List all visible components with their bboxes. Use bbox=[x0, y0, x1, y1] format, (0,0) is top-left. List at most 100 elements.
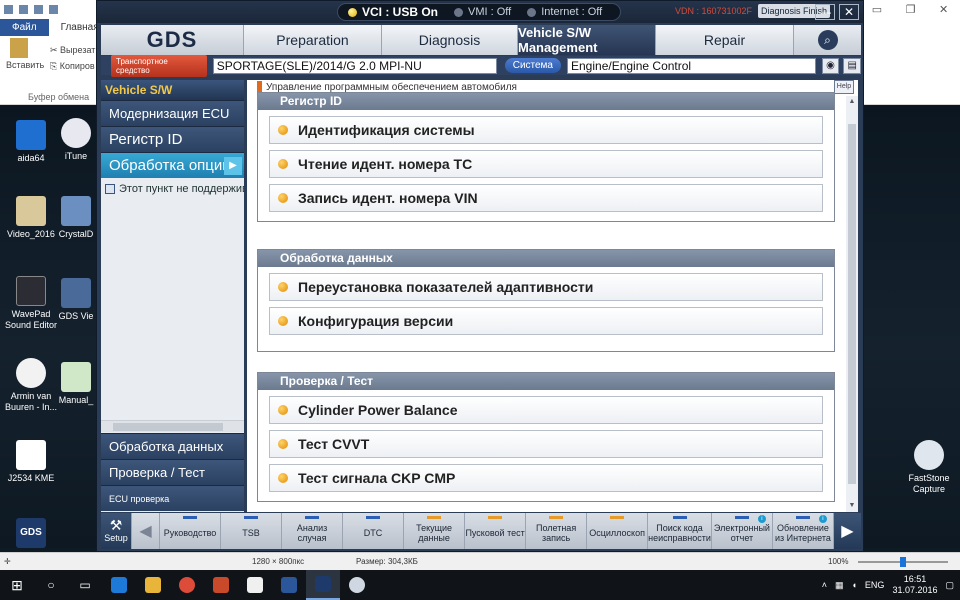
tab-vehicle-sw-management[interactable]: Vehicle S/W Management bbox=[517, 25, 655, 55]
search-icon: ○ bbox=[47, 578, 55, 592]
toolbar-next-button[interactable]: ▶ bbox=[832, 513, 861, 549]
sidebar-item-id-register[interactable]: Регистр ID bbox=[101, 126, 244, 152]
taskbar-word[interactable] bbox=[272, 570, 306, 600]
sidebar-item-option-processing[interactable]: Обработка опции ▶ bbox=[101, 152, 244, 178]
menu-read-vehicle-id[interactable]: Чтение идент. номера ТС bbox=[269, 150, 823, 178]
content-vertical-scrollbar[interactable]: ▲ ▼ bbox=[846, 96, 858, 512]
internet-indicator-icon bbox=[527, 7, 537, 17]
menu-cvvt-test[interactable]: Тест CVVT bbox=[269, 430, 823, 458]
camera-icon[interactable]: ◉ bbox=[821, 57, 840, 74]
section-title: Обработка данных bbox=[258, 250, 834, 267]
scroll-down-icon[interactable]: ▼ bbox=[846, 500, 858, 512]
desktop-icon-aida64[interactable]: aida64 bbox=[0, 120, 62, 164]
desktop-icon-gds[interactable]: GDS bbox=[0, 518, 62, 551]
toolbar-flight-record[interactable]: Полетная запись bbox=[525, 513, 586, 549]
search-icon: ⌕ bbox=[817, 30, 838, 50]
powerpoint-icon bbox=[213, 577, 229, 593]
vehicle-field[interactable]: SPORTAGE(SLE)/2014/G 2.0 MPI-NU bbox=[212, 57, 497, 74]
taskbar-powerpoint[interactable] bbox=[204, 570, 238, 600]
desktop-icon-manual[interactable]: Manual_ bbox=[56, 362, 96, 406]
copy-button[interactable]: ⎘ Копиров bbox=[50, 58, 95, 74]
help-icon[interactable]: Help bbox=[834, 80, 854, 94]
tab-file[interactable]: Файл bbox=[0, 19, 49, 36]
vmi-indicator-icon bbox=[454, 7, 464, 17]
viewer-status-bar: ✛ 1280 × 800пкс Размер: 304,3КБ 100% bbox=[0, 552, 960, 570]
desktop-icon-faststone[interactable]: FastStone Capture bbox=[898, 440, 960, 495]
gds-icon bbox=[315, 576, 331, 592]
taskbar-yandex[interactable] bbox=[238, 570, 272, 600]
section-data-processing: Обработка данных Переустановка показател… bbox=[257, 249, 835, 352]
clock[interactable]: 16:51 31.07.2016 bbox=[892, 574, 937, 596]
system-select-button[interactable]: Система bbox=[504, 58, 561, 73]
paste-button[interactable]: Вставить bbox=[6, 38, 44, 70]
search-button[interactable]: ⌕ bbox=[793, 25, 861, 55]
tab-repair[interactable]: Repair bbox=[655, 25, 793, 55]
desktop-icon-wavepad[interactable]: WavePad Sound Editor bbox=[0, 276, 62, 331]
chevron-left-icon: ◀ bbox=[139, 523, 152, 540]
taskbar-edge[interactable] bbox=[102, 570, 136, 600]
toolbar-dtc-search[interactable]: Поиск кода неисправности bbox=[647, 513, 711, 549]
sidebar-item-check-test[interactable]: Проверка / Тест bbox=[101, 459, 244, 485]
close-button[interactable]: ✕ bbox=[839, 4, 859, 20]
taskbar-chrome[interactable] bbox=[170, 570, 204, 600]
system-field[interactable]: Engine/Engine Control bbox=[567, 57, 816, 74]
task-view-button[interactable]: ▭ bbox=[68, 570, 102, 600]
sidebar-item-ecu-mapping[interactable]: ECU проверка картографирования ℹ bbox=[101, 485, 244, 530]
menu-cylinder-power-balance[interactable]: Cylinder Power Balance bbox=[269, 396, 823, 424]
sidebar-horizontal-scrollbar[interactable] bbox=[101, 420, 244, 432]
menu-system-identification[interactable]: Идентификация системы bbox=[269, 116, 823, 144]
minimize-button[interactable]: — bbox=[815, 4, 835, 20]
start-button[interactable]: ⊞ bbox=[0, 570, 34, 600]
menu-ckp-cmp-test[interactable]: Тест сигнала CKP CMP bbox=[269, 464, 823, 492]
toolbar-actuation-test[interactable]: Пусковой тест bbox=[464, 513, 525, 549]
faststone-icon bbox=[349, 577, 365, 593]
toolbar-tsb[interactable]: TSB bbox=[220, 513, 281, 549]
network-icon[interactable]: ▦ bbox=[835, 580, 844, 591]
toolbar-case-analysis[interactable]: Анализ случая bbox=[281, 513, 342, 549]
setup-button[interactable]: ⚒ Setup bbox=[101, 513, 131, 549]
desktop-icon-itunes[interactable]: iTune bbox=[56, 118, 96, 162]
section-title: Регистр ID bbox=[258, 93, 834, 110]
tab-preparation[interactable]: Preparation bbox=[243, 25, 381, 55]
desktop-icon-gds-viewer[interactable]: GDS Vie bbox=[56, 278, 96, 322]
menu-write-vin[interactable]: Запись идент. номера VIN bbox=[269, 184, 823, 212]
vehicle-select-button[interactable]: Транспортное средство bbox=[111, 54, 207, 77]
toolbar-oscilloscope[interactable]: Осциллоскоп bbox=[586, 513, 647, 549]
image-dimensions: 1280 × 800пкс bbox=[252, 557, 305, 566]
taskbar-gds[interactable] bbox=[306, 570, 340, 600]
zoom-slider-handle[interactable] bbox=[900, 557, 906, 567]
toolbar-manual[interactable]: Руководство bbox=[159, 513, 220, 549]
menu-adaptive-reset[interactable]: Переустановка показателей адаптивности bbox=[269, 273, 823, 301]
desktop-icon-crystaldisk[interactable]: CrystalD bbox=[56, 196, 96, 240]
section-check-test: Проверка / Тест Cylinder Power Balance Т… bbox=[257, 372, 835, 502]
toolbar-prev-button[interactable]: ◀ bbox=[131, 513, 159, 549]
desktop-icon-j2534[interactable]: J2534 KME bbox=[0, 440, 62, 484]
folder-icon bbox=[145, 577, 161, 593]
section-title: Проверка / Тест bbox=[258, 373, 834, 390]
menu-version-config[interactable]: Конфигурация версии bbox=[269, 307, 823, 335]
scroll-up-icon[interactable]: ▲ bbox=[846, 96, 858, 108]
toolbar-dtc[interactable]: DTC bbox=[342, 513, 403, 549]
notifications-icon[interactable]: ▢ bbox=[945, 580, 954, 591]
taskbar-faststone[interactable] bbox=[340, 570, 374, 600]
vehicle-info-row: Транспортное средство SPORTAGE(SLE)/2014… bbox=[101, 54, 861, 77]
toolbar-e-report[interactable]: i Электронный отчет bbox=[710, 513, 772, 549]
toolbar-current-data[interactable]: Текущие данные bbox=[403, 513, 464, 549]
chevron-up-icon[interactable]: ˄ bbox=[822, 580, 827, 590]
bullet-icon bbox=[278, 405, 288, 415]
sidebar-item-ecu-upgrade[interactable]: Модернизация ECU bbox=[101, 100, 244, 126]
desktop-icon-video[interactable]: Video_2016 bbox=[0, 196, 62, 240]
sidebar-item-data-processing[interactable]: Обработка данных bbox=[101, 433, 244, 459]
search-taskbar-button[interactable]: ○ bbox=[34, 570, 68, 600]
taskbar-explorer[interactable] bbox=[136, 570, 170, 600]
desktop-icon-armin-van-buuren[interactable]: Armin van Buuren - In... bbox=[0, 358, 62, 413]
toolbar-internet-update[interactable]: i Обновление из Интернета bbox=[771, 513, 833, 549]
settings-icon[interactable]: ▤ bbox=[843, 57, 861, 74]
volume-icon[interactable]: ◖ bbox=[851, 580, 856, 590]
main-navigation: GDS Preparation Diagnosis Vehicle S/W Ma… bbox=[101, 25, 861, 55]
cut-button[interactable]: ✂ Вырезат bbox=[50, 42, 95, 58]
yandex-icon bbox=[247, 577, 263, 593]
keyboard-language[interactable]: ENG bbox=[865, 580, 885, 590]
bullet-icon bbox=[278, 282, 288, 292]
tab-diagnosis[interactable]: Diagnosis bbox=[381, 25, 517, 55]
